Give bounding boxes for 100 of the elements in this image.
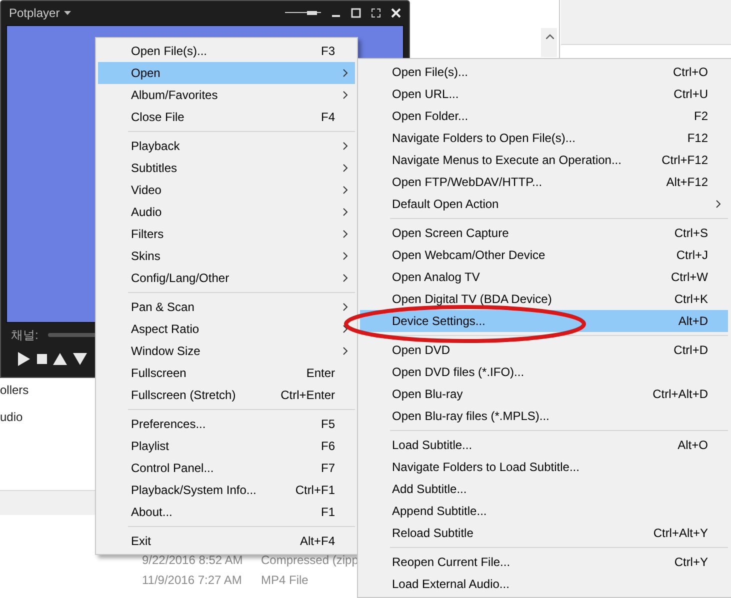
menu-item[interactable]: Open Blu-ray files (*.MPLS)... [360,405,728,427]
menu-label: Playback [131,138,181,155]
menu-item[interactable]: Filters [98,223,355,245]
shortcut: Ctrl+K [674,291,708,308]
menu-item[interactable]: Open File(s)... F3 [98,40,355,62]
menu-item[interactable]: Load Subtitle... Alt+O [360,434,728,456]
shortcut: Ctrl+D [674,342,708,359]
shortcut: F5 [320,416,335,433]
menu-item[interactable]: Album/Favorites [98,84,355,106]
menu-item[interactable]: Preferences... F5 [98,413,355,435]
fullscreen-icon[interactable] [371,8,381,18]
menu-label: Subtitles [131,160,178,177]
menu-item[interactable]: Navigate Folders to Load Subtitle... [360,456,728,478]
menu-item[interactable]: Open Digital TV (BDA Device) Ctrl+K [360,288,728,310]
menu-item[interactable]: Open Analog TV Ctrl+W [360,266,728,288]
menu-item[interactable]: Window Size [98,340,355,362]
shortcut: Ctrl+U [674,86,708,103]
down-triangle-icon[interactable] [73,353,87,365]
maximize-icon[interactable] [351,8,361,18]
menu-item[interactable]: Open File(s)... Ctrl+O [360,61,728,83]
shortcut: F6 [320,438,335,455]
menu-item[interactable]: Fullscreen Enter [98,362,355,384]
menu-item[interactable]: Control Panel... F7 [98,457,355,479]
menu-item[interactable]: Add Subtitle... [360,478,728,500]
menu-label: Pan & Scan [131,299,196,316]
menu-item[interactable]: Playlist F6 [98,435,355,457]
menu-label: Open Webcam/Other Device [392,247,546,264]
menu-label: Open FTP/WebDAV/HTTP... [392,174,544,191]
shortcut: Ctrl+Alt+D [652,386,708,403]
menu-item[interactable]: Video [98,179,355,201]
slider-thumb[interactable] [307,11,318,15]
menu-item[interactable]: Playback/System Info... Ctrl+F1 [98,479,355,501]
menu-label: Aspect Ratio [131,321,200,338]
shortcut: Ctrl+F12 [662,152,708,169]
menu-label: Add Subtitle... [392,481,468,498]
menu-item[interactable]: Navigate Folders to Open File(s)... F12 [360,127,728,149]
menu-item[interactable]: Config/Lang/Other [98,267,355,289]
menu-item[interactable]: Fullscreen (Stretch) Ctrl+Enter [98,384,355,406]
menu-label: Default Open Action [392,196,500,213]
menu-label: Skins [131,248,162,265]
menu-item[interactable]: Open DVD files (*.IFO)... [360,361,728,383]
window-title: Potplayer [9,5,60,22]
menu-label: Window Size [131,343,202,360]
file-type: MP4 File [261,572,308,589]
menu-label: Navigate Folders to Load Subtitle... [392,459,580,476]
menu-item[interactable]: Reopen Current File... Ctrl+Y [360,551,728,573]
play-icon[interactable] [17,352,31,366]
up-triangle-icon[interactable] [53,353,67,365]
menu-item[interactable]: Open FTP/WebDAV/HTTP... Alt+F12 [360,171,728,193]
menu-label: Navigate Folders to Open File(s)... [392,130,576,147]
menu-item[interactable]: Skins [98,245,355,267]
opacity-slider[interactable] [285,9,321,17]
menu-item[interactable]: Reload Subtitle Ctrl+Alt+Y [360,522,728,544]
menu-item[interactable]: About... F1 [98,501,355,523]
channel-label: 채널: [11,327,38,344]
menu-label: Open Digital TV (BDA Device) [392,291,553,308]
shortcut: Ctrl+W [671,269,708,286]
date-modified: 9/22/2016 8:52 AM [142,552,244,569]
menu-item[interactable]: Open Screen Capture Ctrl+S [360,222,728,244]
menu-item[interactable]: Open [98,62,355,84]
menu-item[interactable]: Subtitles [98,157,355,179]
shortcut: Ctrl+Y [674,554,708,571]
shortcut: Ctrl+J [676,247,708,264]
menu-label: Fullscreen [131,365,188,382]
menu-item[interactable]: Open Webcam/Other Device Ctrl+J [360,244,728,266]
menu-label: Close File [131,109,186,126]
menu-label: Append Subtitle... [392,503,488,520]
menu-item[interactable]: Device Settings... Alt+D [360,310,728,332]
shortcut: Alt+O [678,437,708,454]
menu-item[interactable]: Close File F4 [98,106,355,128]
menu-label: Filters [131,226,165,243]
menu-label: Open DVD files (*.IFO)... [392,364,526,381]
menu-item[interactable]: Audio [98,201,355,223]
menu-label: Reload Subtitle [392,525,474,542]
menu-label: Reopen Current File... [392,554,512,571]
menu-item[interactable]: Open URL... Ctrl+U [360,83,728,105]
menu-item[interactable]: Exit Alt+F4 [98,530,355,552]
menu-label: Preferences... [131,416,207,433]
menu-label: Open [131,65,162,82]
menu-item[interactable]: Default Open Action [360,193,728,215]
menu-label: Audio [131,204,163,221]
menu-label: Load Subtitle... [392,437,474,454]
menu-item[interactable]: Open Folder... F2 [360,105,728,127]
menu-label: Open Screen Capture [392,225,510,242]
caret-icon[interactable] [64,11,71,15]
menu-item[interactable]: Append Subtitle... [360,500,728,522]
menu-item[interactable]: Navigate Menus to Execute an Operation... Ctrl+F12 [360,149,728,171]
menu-item[interactable]: Load External Audio... [360,573,728,595]
menu-label: Open Folder... [392,108,470,125]
menu-item[interactable]: Aspect Ratio [98,318,355,340]
menu-label: Fullscreen (Stretch) [131,387,237,404]
menu-item[interactable]: Playback [98,135,355,157]
menu-item[interactable]: Pan & Scan [98,296,355,318]
menu-label: Video [131,182,162,199]
menu-label: Load External Audio... [392,576,510,593]
close-icon[interactable] [391,8,401,18]
menu-label: Control Panel... [131,460,215,477]
menu-item[interactable]: Open DVD Ctrl+D [360,339,728,361]
menu-label: Open File(s)... [392,64,470,81]
menu-item[interactable]: Open Blu-ray Ctrl+Alt+D [360,383,728,405]
